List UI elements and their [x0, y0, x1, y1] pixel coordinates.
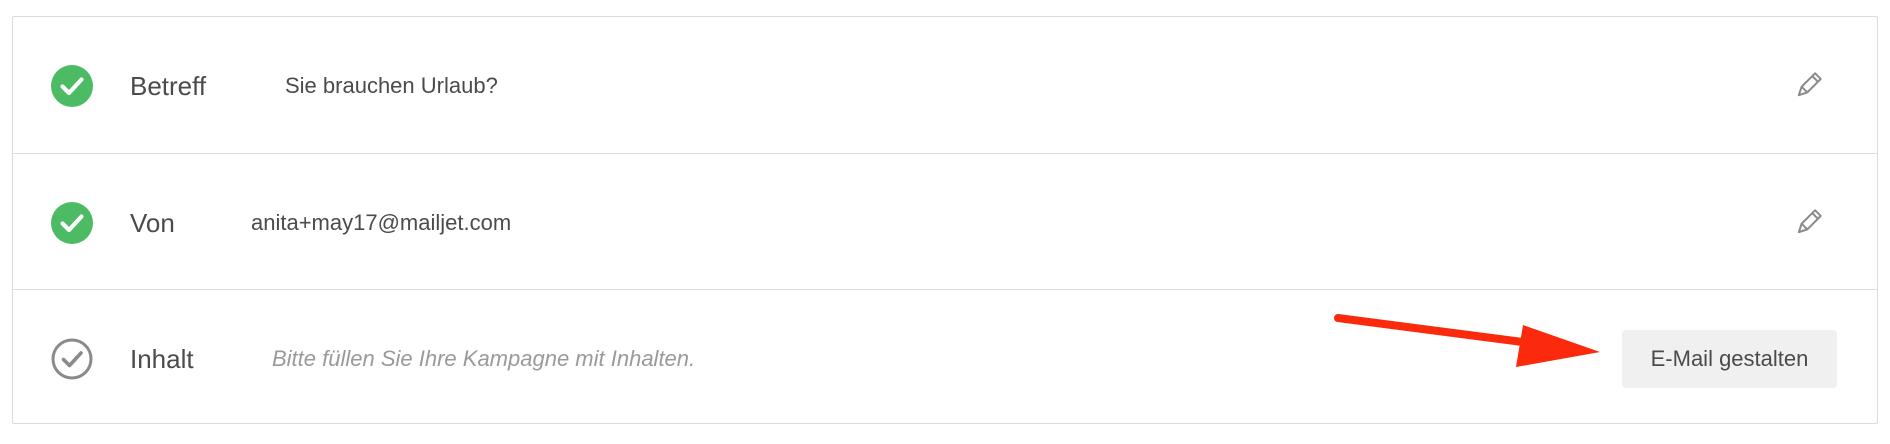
subject-label: Betreff — [130, 71, 207, 101]
check-circle-filled-icon — [51, 65, 93, 107]
content-label: Inhalt — [130, 344, 194, 374]
content-hint: Bitte füllen Sie Ihre Kampagne mit Inhal… — [272, 346, 696, 371]
pencil-icon[interactable] — [1793, 71, 1823, 101]
subject-row: Betreff Sie brauchen Urlaub? — [13, 17, 1877, 153]
check-circle-filled-icon — [51, 202, 93, 244]
pencil-icon[interactable] — [1793, 208, 1823, 238]
sender-row: Von anita+may17@mailjet.com — [13, 153, 1877, 289]
subject-value: Sie brauchen Urlaub? — [285, 73, 498, 98]
design-email-button[interactable]: E-Mail gestalten — [1622, 330, 1837, 388]
content-row: Inhalt Bitte füllen Sie Ihre Kampagne mi… — [13, 289, 1877, 425]
sender-label: Von — [130, 208, 175, 238]
check-circle-outline-icon — [51, 338, 93, 380]
campaign-settings-panel: Betreff Sie brauchen Urlaub? Von anita+m… — [12, 16, 1878, 424]
sender-value: anita+may17@mailjet.com — [251, 210, 512, 235]
